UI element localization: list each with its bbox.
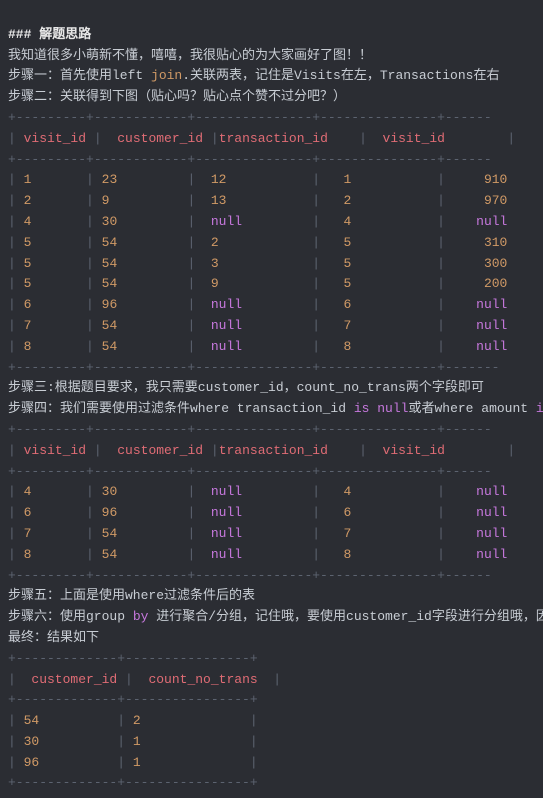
table3-border-mid: +-------------+----------------+ (8, 692, 258, 707)
table-row: | 8 | 54 | null | 8 | null (8, 547, 507, 562)
step4-text-c: 或者where amount (408, 401, 535, 416)
document-content: ### 解题思路 我知道很多小萌新不懂，嘻嘻，我很贴心的为大家画好了图！！ 步骤… (0, 0, 543, 798)
table1-border-top: +---------+------------+---------------+… (8, 110, 492, 125)
table-row: | 2 | 9 | 13 | 2 | 970 (8, 193, 507, 208)
table3-border-top: +-------------+----------------+ (8, 651, 258, 666)
step2-text: 步骤二：关联得到下图（贴心吗？贴心点个赞不过分吧？） (8, 89, 346, 104)
step6-text-b: 进行聚合/分组，记住哦，要使用customer_id字段进行分组哦，因为54出现… (148, 609, 543, 624)
step5-text: 步骤五：上面是使用where过滤条件后的表 (8, 588, 255, 603)
keyword-is: is (536, 401, 543, 416)
keyword-null: null (377, 401, 408, 416)
step6-text-a: 步骤六：使用group (8, 609, 133, 624)
table2-border-bot: +---------+------------+---------------+… (8, 568, 492, 583)
table-row: | 4 | 30 | null | 4 | null (8, 214, 507, 229)
table2-header: | visit_id | customer_id |transaction_id… (8, 443, 543, 458)
table-row: | 7 | 54 | null | 7 | null (8, 318, 507, 333)
table1-border-bot: +---------+------------+---------------+… (8, 360, 499, 375)
table-row: | 54 | 2 | (8, 713, 258, 728)
step1-text-a: 步骤一：首先使用left (8, 68, 151, 83)
step1-text-b: .关联两表，记住是Visits在左，Transactions在右 (182, 68, 499, 83)
table-row: | 7 | 54 | null | 7 | null (8, 526, 507, 541)
table1-header: | visit_id | customer_id |transaction_id… (8, 131, 543, 146)
final-text: 最终：结果如下 (8, 630, 99, 645)
table1-border-mid: +---------+------------+---------------+… (8, 152, 492, 167)
table2-border-top: +---------+------------+---------------+… (8, 422, 492, 437)
table-row: | 8 | 54 | null | 8 | null (8, 339, 507, 354)
table3-header: | customer_id | count_no_trans | (8, 672, 281, 687)
table-row: | 30 | 1 | (8, 734, 258, 749)
keyword-is: is (354, 401, 370, 416)
table2-border-mid: +---------+------------+---------------+… (8, 464, 492, 479)
table-row: | 1 | 23 | 12 | 1 | 910 (8, 172, 507, 187)
heading: ### 解题思路 (8, 27, 91, 42)
step4-text-a: 步骤四：我们需要使用过滤条件where transaction_id (8, 401, 354, 416)
table-row: | 5 | 54 | 3 | 5 | 300 (8, 256, 507, 271)
table3-border-bot: +-------------+----------------+ (8, 775, 258, 790)
keyword-join: join (151, 68, 182, 83)
table-row: | 5 | 54 | 2 | 5 | 310 (8, 235, 507, 250)
table-row: | 6 | 96 | null | 6 | null (8, 505, 507, 520)
table-row: | 5 | 54 | 9 | 5 | 200 (8, 276, 507, 291)
intro-text: 我知道很多小萌新不懂，嘻嘻，我很贴心的为大家画好了图！！ (8, 48, 372, 63)
keyword-by: by (133, 609, 149, 624)
table-row: | 96 | 1 | (8, 755, 258, 770)
step3-text: 步骤三:根据题目要求，我只需要customer_id，count_no_tran… (8, 380, 484, 395)
table-row: | 4 | 30 | null | 4 | null (8, 484, 507, 499)
table-row: | 6 | 96 | null | 6 | null (8, 297, 507, 312)
